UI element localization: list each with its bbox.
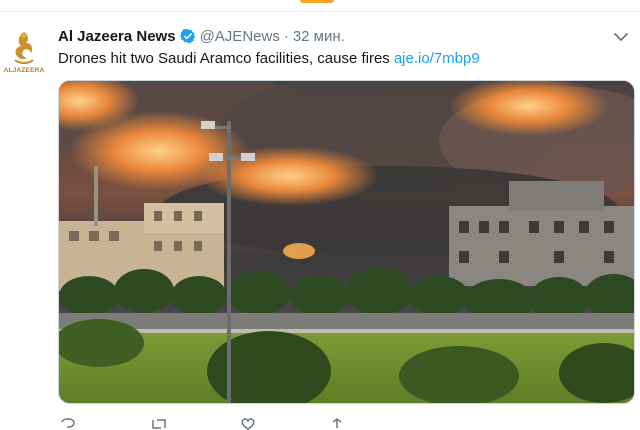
previous-tweet-edge (300, 0, 334, 3)
tweet-header: Al Jazeera News @AJENews · 32 мин. (58, 26, 600, 46)
tweet-body: Drones hit two Saudi Aramco facilities, … (58, 50, 390, 67)
share-icon[interactable] (330, 418, 344, 430)
tweet-link[interactable]: aje.io/7mbp9 (394, 50, 480, 67)
chevron-down-icon[interactable] (610, 28, 632, 46)
tweet-actions (58, 418, 635, 430)
display-name[interactable]: Al Jazeera News (58, 28, 176, 45)
fire-scene-photo (59, 81, 634, 403)
avatar[interactable]: ALJAZEERA (3, 30, 45, 80)
top-divider (0, 11, 640, 12)
tweet-text: Drones hit two Saudi Aramco facilities, … (58, 50, 480, 67)
aljazeera-logo-icon (14, 32, 34, 64)
verified-badge-icon (179, 28, 196, 44)
reply-icon[interactable] (60, 418, 76, 430)
user-handle[interactable]: @AJENews (200, 28, 280, 45)
logo-caption: ALJAZEERA (3, 67, 45, 74)
separator-dot: · (283, 27, 289, 45)
heart-icon[interactable] (240, 418, 256, 430)
timestamp[interactable]: 32 мин. (293, 28, 345, 45)
retweet-icon[interactable] (150, 418, 168, 430)
tweet-media-image[interactable] (58, 80, 635, 404)
